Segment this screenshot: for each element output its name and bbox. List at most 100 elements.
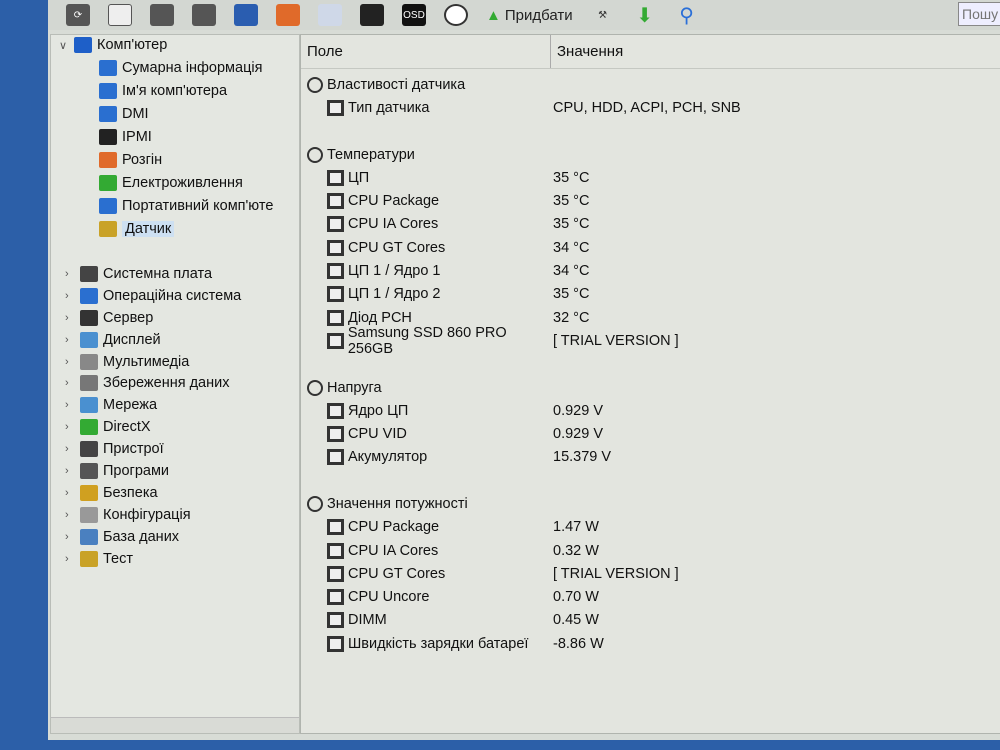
expand-arrow-icon[interactable]: › [65, 268, 75, 280]
table-row[interactable]: Samsung SSD 860 PRO 256GB [ TRIAL VERSION… [301, 325, 1000, 357]
tree-item-category[interactable]: › Пристрої [65, 439, 164, 459]
expand-arrow-icon[interactable]: › [65, 356, 75, 368]
expand-arrow-icon[interactable]: › [65, 443, 75, 455]
tree-item-child[interactable]: Розгін [99, 150, 162, 170]
tree-item-category[interactable]: › Безпека [65, 483, 158, 503]
expand-arrow-icon[interactable]: ∨ [59, 39, 69, 52]
table-row[interactable]: CPU IA Cores 0.32 W [301, 539, 1000, 562]
field-name: ЦП 1 / Ядро 2 [348, 286, 441, 303]
table-row[interactable]: Тип датчика CPU, HDD, ACPI, PCH, SNB [301, 96, 1000, 119]
tree-item-child[interactable]: Сумарна інформація [99, 58, 262, 78]
buy-button[interactable]: ▲ Придбати [486, 4, 573, 26]
group-header[interactable]: Властивості датчика [301, 73, 1000, 96]
tree-item-computer[interactable]: ∨ Комп'ютер [59, 35, 167, 55]
expand-arrow-icon[interactable]: › [65, 509, 75, 521]
table-row[interactable]: CPU Package 1.47 W [301, 516, 1000, 539]
node-icon [80, 550, 98, 567]
table-row[interactable]: Акумулятор 15.379 V [301, 446, 1000, 469]
column-header-field[interactable]: Поле [301, 35, 551, 68]
table-row[interactable]: CPU Uncore 0.70 W [301, 586, 1000, 609]
node-icon [99, 198, 117, 214]
tree-item-label: Конфігурація [103, 506, 191, 523]
group-header[interactable]: Напруга [301, 376, 1000, 399]
tree-item-category[interactable]: › Системна плата [65, 264, 212, 284]
tree-item-child[interactable]: Портативний комп'юте [99, 196, 273, 216]
expand-arrow-icon[interactable]: › [65, 290, 75, 302]
sensor-item-icon [327, 193, 344, 210]
report-icon[interactable] [108, 4, 132, 26]
tree-item-label: Операційна система [103, 287, 242, 304]
table-row[interactable]: ЦП 1 / Ядро 2 35 °C [301, 283, 1000, 306]
search-icon[interactable]: ⚲ [675, 4, 699, 27]
tree-item-label: Мультимедіа [103, 353, 190, 370]
memory-icon[interactable] [150, 4, 174, 26]
tree-item-child[interactable]: Ім'я комп'ютера [99, 81, 227, 101]
tree-item-label: Системна плата [103, 265, 213, 282]
user-icon[interactable] [360, 4, 384, 26]
table-row[interactable]: ЦП 35 °C [301, 166, 1000, 189]
thermometer-icon [307, 146, 323, 163]
tree-item-child[interactable]: IPMI [99, 127, 152, 147]
sensor-item-icon [327, 635, 344, 652]
group-title: Властивості датчика [327, 76, 466, 93]
column-header-value[interactable]: Значення [551, 43, 623, 60]
tree-item-child[interactable]: DMI [99, 104, 149, 124]
expand-arrow-icon[interactable]: › [65, 421, 75, 433]
tree-item-label: Сервер [103, 309, 154, 326]
field-name: Ядро ЦП [348, 402, 409, 419]
tree-item-category[interactable]: › Сервер [65, 308, 153, 328]
tree-item-category[interactable]: › Операційна система [65, 286, 241, 306]
field-value: 35 °C [553, 216, 590, 233]
field-value: 1.47 W [553, 519, 599, 536]
sensor-item-icon [327, 589, 344, 606]
tree-horizontal-scrollbar[interactable] [51, 717, 299, 733]
table-row[interactable]: CPU GT Cores [ TRIAL VERSION ] [301, 562, 1000, 585]
motherboard-icon[interactable] [192, 4, 216, 26]
gauge-icon[interactable] [444, 4, 468, 26]
expand-arrow-icon[interactable]: › [65, 531, 75, 543]
expand-arrow-icon[interactable]: › [65, 312, 75, 324]
tree-item-category[interactable]: › Мережа [65, 395, 157, 415]
tree-item-category[interactable]: › Конфігурація [65, 505, 191, 525]
table-row[interactable]: Швидкість зарядки батареї -8.86 W [301, 632, 1000, 655]
refresh-icon[interactable]: ⟳ [66, 4, 90, 26]
table-row[interactable]: ЦП 1 / Ядро 1 34 °C [301, 259, 1000, 282]
tree-item-category[interactable]: › Збереження даних [65, 373, 229, 393]
tree-item-child[interactable]: Електроживлення [99, 173, 243, 193]
table-row[interactable]: DIMM 0.45 W [301, 609, 1000, 632]
tree-item-category[interactable]: › Тест [65, 549, 133, 569]
table-row[interactable]: Ядро ЦП 0.929 V [301, 399, 1000, 422]
navigation-tree: ∨ Комп'ютер Сумарна інформація Ім'я комп'ют… [50, 34, 300, 734]
expand-arrow-icon[interactable]: › [65, 399, 75, 411]
flame-icon[interactable] [276, 4, 300, 26]
node-icon [74, 37, 92, 53]
field-name: CPU Uncore [348, 589, 430, 606]
tree-item-label: Портативний комп'юте [122, 198, 274, 214]
field-value: 0.929 V [553, 402, 603, 419]
table-row[interactable]: CPU GT Cores 34 °C [301, 236, 1000, 259]
tree-item-category[interactable]: › Мультимедіа [65, 352, 189, 372]
expand-arrow-icon[interactable]: › [65, 487, 75, 499]
checklist-icon[interactable] [318, 4, 342, 26]
tree-item-child[interactable]: Датчик [99, 219, 175, 239]
expand-arrow-icon[interactable]: › [65, 334, 75, 346]
osd-icon[interactable]: OSD [402, 4, 426, 26]
voltage-icon [307, 379, 323, 396]
tools-icon[interactable]: ⚒ [591, 4, 615, 26]
group-header[interactable]: Значення потужності [301, 492, 1000, 515]
network-icon[interactable] [234, 4, 258, 26]
search-input[interactable] [958, 2, 1000, 26]
group-header[interactable]: Температури [301, 143, 1000, 166]
table-row[interactable]: CPU IA Cores 35 °C [301, 213, 1000, 236]
tree-item-category[interactable]: › База даних [65, 527, 179, 547]
tree-item-category[interactable]: › Дисплей [65, 330, 161, 350]
table-row[interactable]: CPU VID 0.929 V [301, 422, 1000, 445]
download-icon[interactable]: ⬇ [633, 4, 657, 27]
tree-item-category[interactable]: › DirectX [65, 417, 151, 437]
expand-arrow-icon[interactable]: › [65, 377, 75, 389]
expand-arrow-icon[interactable]: › [65, 465, 75, 477]
group-title: Температури [327, 146, 415, 163]
tree-item-category[interactable]: › Програми [65, 461, 169, 481]
expand-arrow-icon[interactable]: › [65, 553, 75, 565]
table-row[interactable]: CPU Package 35 °C [301, 189, 1000, 212]
